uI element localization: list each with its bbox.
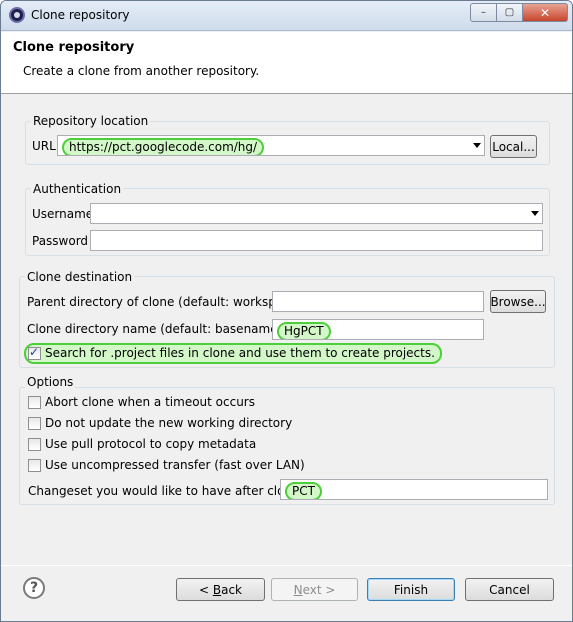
changeset-value: PCT xyxy=(285,482,322,499)
maximize-button[interactable]: ▢ xyxy=(497,3,523,22)
next-button[interactable]: Next > xyxy=(271,578,358,601)
cancel-button[interactable]: Cancel xyxy=(465,578,554,601)
back-button[interactable]: < Back xyxy=(176,578,265,601)
clone-destination-label: Clone destination xyxy=(25,270,135,284)
pull-protocol-option[interactable]: Use pull protocol to copy metadata xyxy=(28,437,256,451)
window-title: Clone repository xyxy=(31,8,130,22)
authentication-label: Authentication xyxy=(31,182,124,196)
parent-directory-field[interactable] xyxy=(272,291,484,312)
changeset-field[interactable]: PCT xyxy=(280,479,548,500)
wizard-body: Repository location URL https://pct.goog… xyxy=(1,95,572,565)
username-label: Username xyxy=(32,207,94,221)
back-rest: ack xyxy=(221,582,242,597)
no-update-checkbox[interactable] xyxy=(28,416,41,430)
search-project-files-option[interactable]: Search for .project files in clone and u… xyxy=(24,343,442,364)
url-combo[interactable]: https://pct.googlecode.com/hg/ xyxy=(57,135,485,156)
chevron-down-icon[interactable] xyxy=(473,143,481,148)
uncompressed-option[interactable]: Use uncompressed transfer (fast over LAN… xyxy=(28,458,305,472)
uncompressed-label: Use uncompressed transfer (fast over LAN… xyxy=(45,458,305,472)
wizard-footer: ? < Back Next > Finish Cancel xyxy=(1,565,572,621)
next-mnemonic: N xyxy=(293,582,303,597)
no-update-option[interactable]: Do not update the new working directory xyxy=(28,416,292,430)
password-label: Password xyxy=(32,234,89,248)
password-field[interactable] xyxy=(90,230,543,251)
close-button[interactable]: ✕ xyxy=(523,3,568,22)
eclipse-app-icon xyxy=(9,7,25,23)
search-project-checkbox[interactable] xyxy=(28,345,41,360)
url-label: URL xyxy=(32,139,56,153)
clone-directory-value: HgPCT xyxy=(277,322,331,339)
search-project-highlight: Search for .project files in clone and u… xyxy=(24,343,442,364)
local-button[interactable]: Local... xyxy=(490,135,537,158)
back-mnemonic: B xyxy=(212,582,222,597)
wizard-description: Create a clone from another repository. xyxy=(23,64,260,78)
clone-directory-field[interactable]: HgPCT xyxy=(272,319,484,340)
pull-protocol-checkbox[interactable] xyxy=(28,437,41,451)
abort-timeout-label: Abort clone when a timeout occurs xyxy=(45,395,255,409)
no-update-label: Do not update the new working directory xyxy=(45,416,293,430)
options-label: Options xyxy=(25,375,76,389)
clone-repository-dialog: Clone repository – ▢ ✕ Clone repository … xyxy=(0,0,573,622)
footer-separator xyxy=(1,565,572,566)
help-icon[interactable]: ? xyxy=(23,577,45,599)
wizard-title: Clone repository xyxy=(13,40,135,55)
window-controls: – ▢ ✕ xyxy=(470,3,568,22)
abort-timeout-option[interactable]: Abort clone when a timeout occurs xyxy=(28,395,255,409)
username-combo[interactable] xyxy=(90,203,543,224)
repository-location-label: Repository location xyxy=(31,114,151,128)
title-bar: Clone repository – ▢ ✕ xyxy=(1,1,572,31)
chevron-down-icon[interactable] xyxy=(531,211,539,216)
pull-protocol-label: Use pull protocol to copy metadata xyxy=(45,437,257,451)
abort-timeout-checkbox[interactable] xyxy=(28,395,41,409)
back-prefix: < xyxy=(198,582,213,597)
uncompressed-checkbox[interactable] xyxy=(28,458,41,472)
finish-button[interactable]: Finish xyxy=(367,578,455,601)
minimize-button[interactable]: – xyxy=(470,3,497,22)
search-project-label: Search for .project files in clone and u… xyxy=(45,346,435,360)
parent-directory-label: Parent directory of clone (default: work… xyxy=(27,295,302,309)
clone-directory-label: Clone directory name (default: basename) xyxy=(27,322,283,336)
wizard-header: Clone repository Create a clone from ano… xyxy=(1,32,572,94)
next-rest: ext > xyxy=(302,582,336,597)
changeset-label: Changeset you would like to have after c… xyxy=(28,484,311,498)
browse-button[interactable]: Browse... xyxy=(490,290,546,313)
url-value: https://pct.googlecode.com/hg/ xyxy=(62,138,265,155)
